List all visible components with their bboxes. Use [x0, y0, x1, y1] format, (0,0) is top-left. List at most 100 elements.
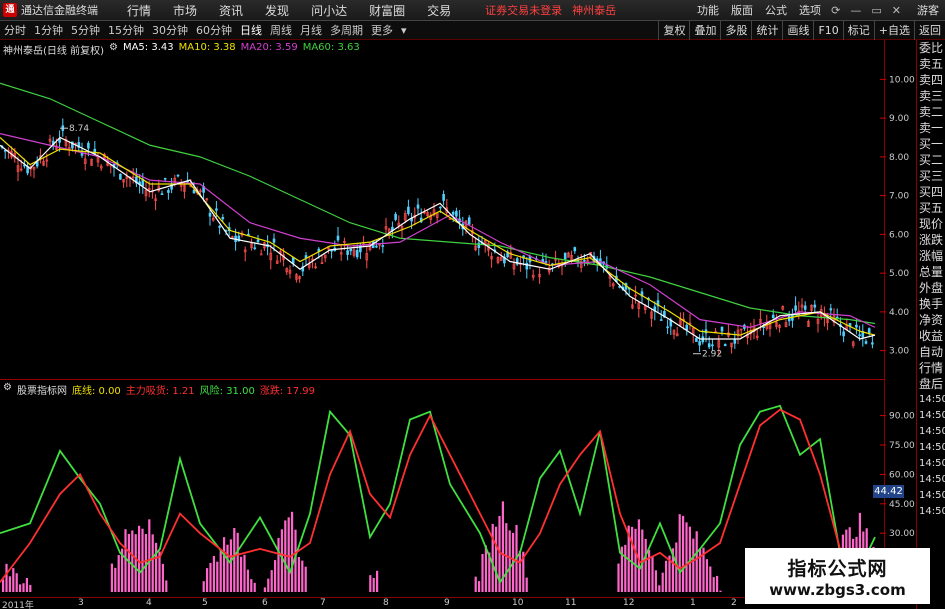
- date-tick: 1: [690, 598, 696, 608]
- period-60min[interactable]: 60分钟: [192, 22, 236, 38]
- maximize-icon[interactable]: ▭: [871, 4, 881, 17]
- candle-body: [346, 250, 349, 255]
- settings-icon[interactable]: ⚙: [3, 382, 12, 397]
- accumulation-bar: [648, 549, 651, 592]
- tool-draw[interactable]: 画线: [782, 20, 813, 40]
- accumulation-bar: [474, 576, 477, 592]
- accumulation-bar: [682, 515, 685, 592]
- accumulation-bar: [226, 544, 229, 592]
- menu-item-wealth[interactable]: 财富圈: [358, 2, 416, 19]
- period-weekly[interactable]: 周线: [266, 22, 296, 38]
- accumulation-bar: [644, 538, 647, 592]
- quote-label: 收益: [919, 329, 944, 343]
- period-1min[interactable]: 1分钟: [30, 22, 67, 38]
- tool-overlay[interactable]: 叠加: [689, 20, 720, 40]
- candle-body: [871, 342, 874, 345]
- period-monthly[interactable]: 月线: [296, 22, 326, 38]
- tool-mark[interactable]: 标记: [842, 20, 874, 40]
- period-15min[interactable]: 15分钟: [104, 22, 148, 38]
- candle-body: [253, 247, 257, 250]
- watermark-url: www.zbgs3.com: [769, 580, 906, 599]
- accumulation-bar: [369, 575, 372, 592]
- quote-label: 卖三: [919, 89, 944, 103]
- accumulation-bar: [661, 572, 664, 592]
- param-risk: 风险: 31.00: [199, 386, 255, 397]
- accumulation-bar: [240, 556, 243, 592]
- accumulation-bar: [138, 525, 141, 592]
- tool-add-watch[interactable]: +自选: [873, 20, 914, 40]
- candle-body: [87, 142, 90, 149]
- period-daily[interactable]: 日线: [236, 22, 266, 38]
- accumulation-bar: [372, 578, 375, 592]
- period-5min[interactable]: 5分钟: [67, 22, 104, 38]
- candle-body: [192, 189, 196, 194]
- accumulation-bar: [634, 528, 637, 592]
- accumulation-bar: [253, 582, 256, 592]
- tool-back[interactable]: 返回: [914, 20, 945, 40]
- quote-label: 行情: [919, 361, 944, 375]
- candle-body: [221, 217, 225, 220]
- candle-body: [855, 324, 858, 328]
- tool-adjust[interactable]: 复权: [658, 20, 689, 40]
- menu-item-function[interactable]: 功能: [691, 2, 725, 18]
- period-multi[interactable]: 多周期: [326, 22, 367, 38]
- accumulation-bar: [617, 563, 620, 592]
- accumulation-bar: [151, 534, 154, 592]
- candle-body: [829, 308, 833, 311]
- menu-item-layout[interactable]: 版面: [725, 2, 759, 18]
- menu-item-quotes[interactable]: 行情: [116, 2, 162, 19]
- menu-item-news[interactable]: 资讯: [208, 2, 254, 19]
- low-label: 2.92: [702, 350, 722, 360]
- candle-body: [349, 248, 353, 252]
- candle-body: [803, 305, 807, 310]
- menu-item-formula[interactable]: 公式: [759, 2, 793, 18]
- price-chart-panel[interactable]: 10.00 9.00 8.00 7.00 6.00 5.00 4.00 3.00 8.74 2.9…: [0, 40, 915, 379]
- menu-item-ask[interactable]: 问小达: [300, 2, 358, 19]
- indicator-legend: ⚙ 股票指标网 底线: 0.00 主力吸货: 1.21 风险: 31.00 涨跌…: [3, 382, 315, 397]
- guest-label[interactable]: 游客: [917, 2, 939, 18]
- tool-multi-stock[interactable]: 多股: [720, 20, 751, 40]
- date-tick: 4: [146, 598, 152, 608]
- indicator-tick-label: 30.00: [889, 529, 915, 539]
- accumulation-bar: [624, 544, 627, 592]
- login-notice[interactable]: 证券交易未登录: [485, 2, 562, 18]
- tool-stats[interactable]: 统计: [751, 20, 782, 40]
- minimize-icon[interactable]: —: [850, 4, 861, 17]
- ma20-line: [0, 133, 876, 328]
- accumulation-bar: [114, 567, 117, 592]
- period-30min[interactable]: 30分钟: [148, 22, 192, 38]
- candle-body: [451, 211, 455, 215]
- menu-item-trade[interactable]: 交易: [416, 2, 462, 19]
- price-tick-label: 10.00: [889, 75, 915, 85]
- accumulation-bar: [134, 534, 137, 592]
- watermark-title: 指标公式网: [787, 557, 888, 580]
- quote-label: 买三: [919, 169, 944, 183]
- tool-f10[interactable]: F10: [813, 20, 842, 40]
- period-minute[interactable]: 分时: [0, 22, 30, 38]
- settings-icon[interactable]: ⚙: [109, 42, 118, 57]
- candle-body: [707, 343, 711, 348]
- menu-item-market[interactable]: 市场: [162, 2, 208, 19]
- menu-item-options[interactable]: 选项: [793, 2, 827, 18]
- accumulation-bar: [223, 537, 226, 592]
- candle-body: [864, 341, 868, 344]
- stock-label: 神州泰岳(日线 前复权): [3, 46, 104, 57]
- candle-body: [355, 250, 359, 258]
- close-icon[interactable]: ✕: [892, 4, 901, 17]
- quote-label: 卖五: [919, 57, 944, 71]
- chevron-down-icon[interactable]: ▾: [397, 24, 411, 37]
- candle-body: [858, 334, 861, 337]
- period-more[interactable]: 更多: [367, 22, 397, 38]
- accumulation-bar: [19, 584, 22, 592]
- watermark: 指标公式网 www.zbgs3.com: [745, 548, 930, 604]
- right-menu: 功能 版面 公式 选项: [691, 2, 827, 18]
- date-tick: 12: [623, 598, 635, 608]
- candle-body: [695, 337, 698, 342]
- accumulation-bar: [250, 579, 253, 592]
- menu-item-discover[interactable]: 发现: [254, 2, 300, 19]
- date-tick: 6: [262, 598, 268, 608]
- accumulation-bar: [5, 563, 8, 592]
- date-tick: 11: [565, 598, 577, 608]
- refresh-icon[interactable]: ⟳: [831, 4, 840, 17]
- accumulation-bar: [495, 526, 498, 592]
